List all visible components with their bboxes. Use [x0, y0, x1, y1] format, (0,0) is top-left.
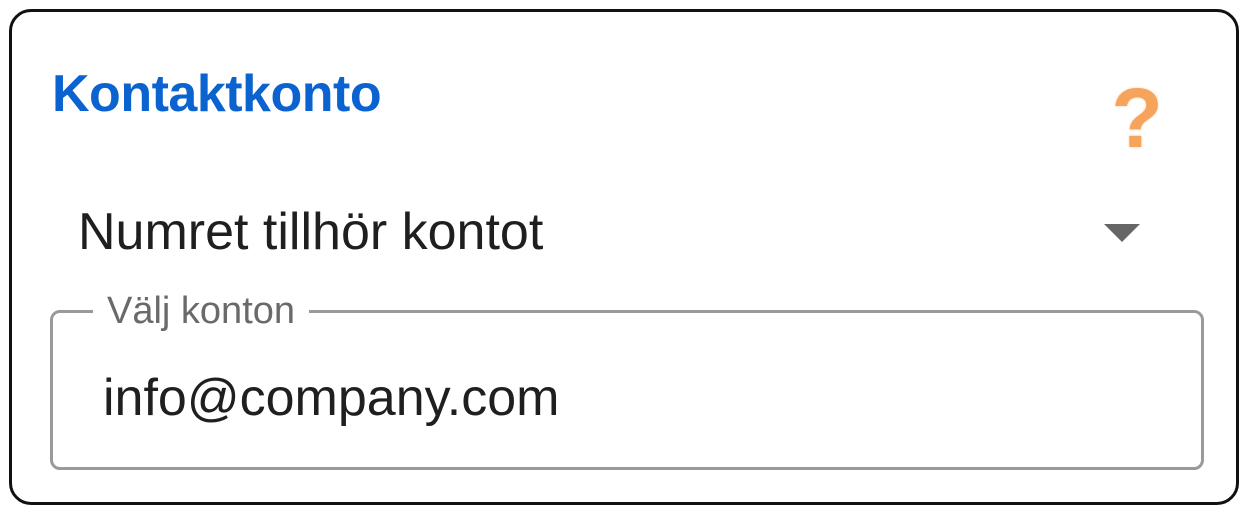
- select-accounts-field[interactable]: Välj konton: [50, 289, 1204, 470]
- dropdown-selected-value: Numret tillhör kontot: [78, 203, 544, 261]
- chevron-down-icon[interactable]: [1104, 224, 1140, 242]
- question-mark-icon[interactable]: ?: [1109, 76, 1165, 160]
- card-title: Kontaktkonto: [52, 65, 382, 123]
- select-accounts-label: Välj konton: [93, 289, 310, 333]
- account-ownership-dropdown[interactable]: Numret tillhör kontot: [72, 192, 1152, 278]
- contact-account-card: Kontaktkonto ? Numret tillhör kontot Väl…: [9, 9, 1239, 505]
- accounts-input[interactable]: [103, 365, 1143, 431]
